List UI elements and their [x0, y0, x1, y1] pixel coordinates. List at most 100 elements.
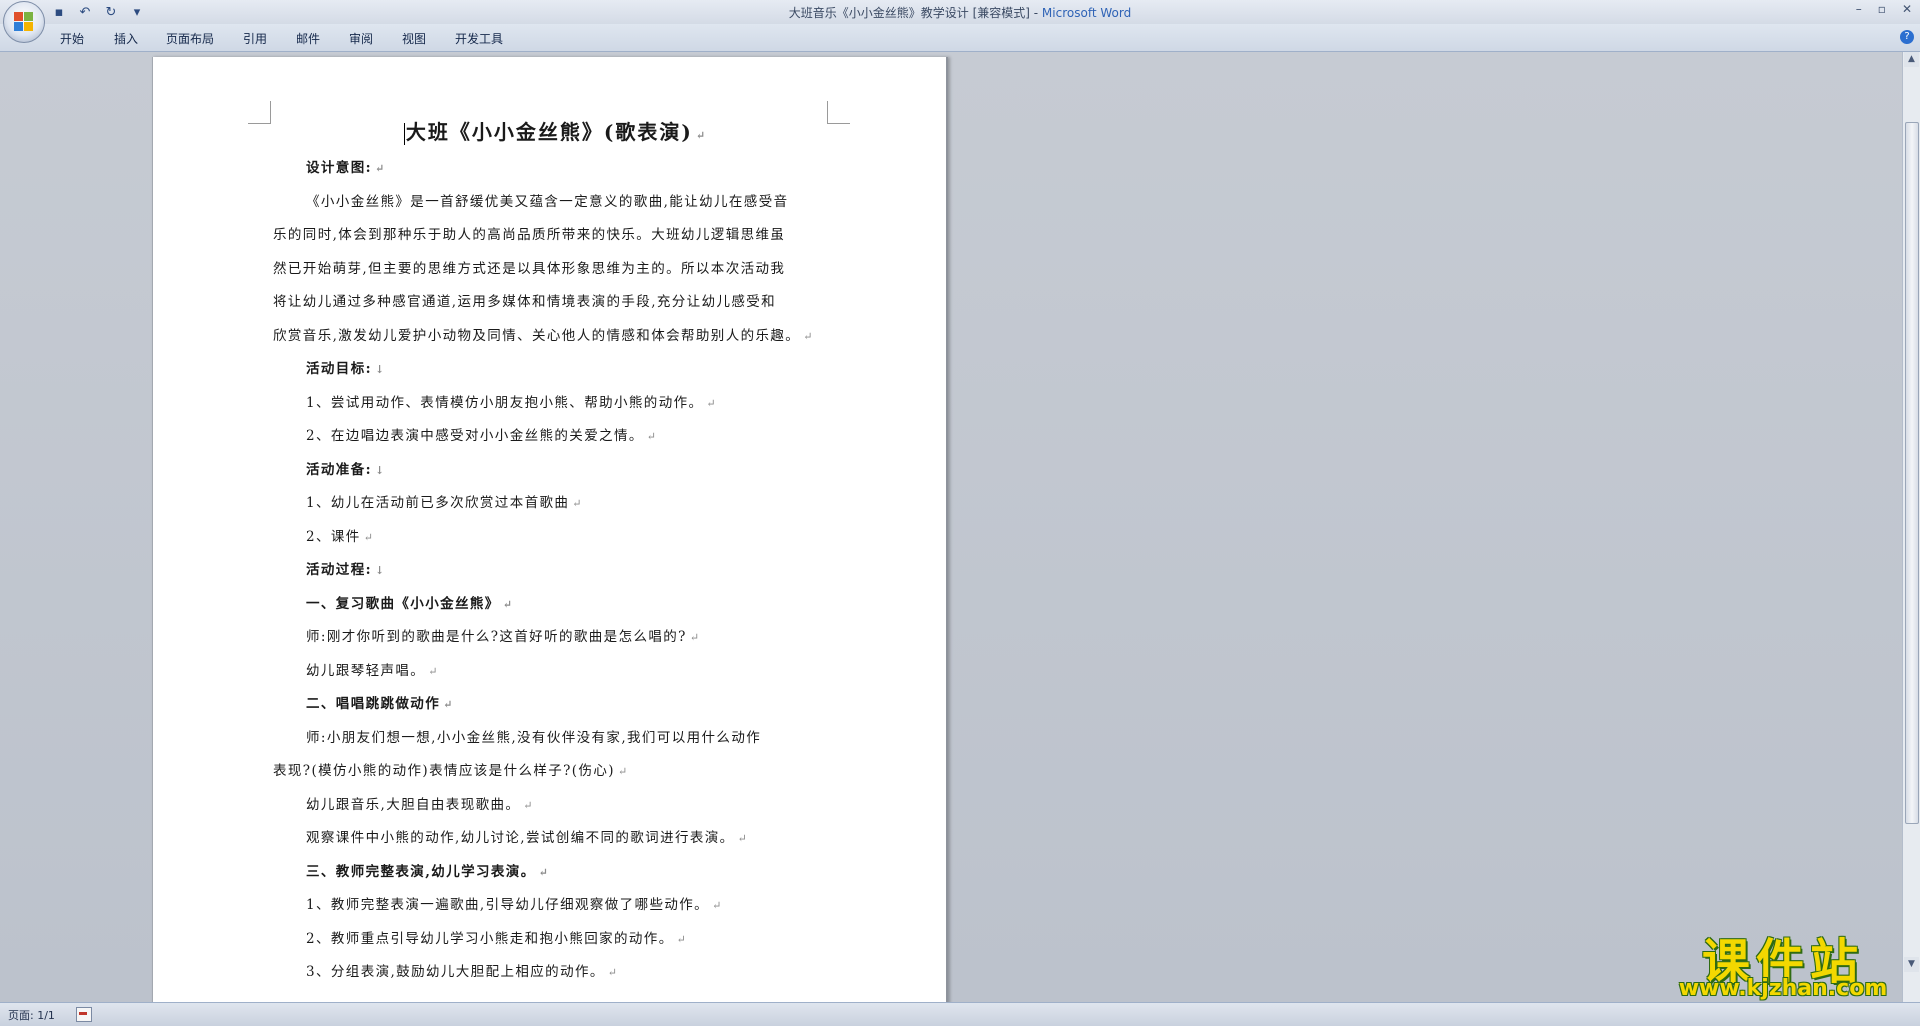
document-line-text: 观察课件中小熊的动作,幼儿讨论,尝试创编不同的歌词进行表演。 — [306, 830, 735, 846]
document-line-text: 活动准备: — [306, 461, 372, 478]
document-line-text: 2、教师重点引导幼儿学习小熊走和抱小熊回家的动作。 — [306, 930, 674, 947]
document-line-text: 师:刚才你听到的歌曲是什么?这首好听的歌曲是怎么唱的? — [306, 629, 687, 645]
document-paragraph: 师:刚才你听到的歌曲是什么?这首好听的歌曲是怎么唱的? ↵ — [273, 621, 838, 655]
document-line-text: 3、分组表演,鼓励幼儿大胆配上相应的动作。 — [306, 964, 605, 980]
document-paragraph: 1、尝试用动作、表情模仿小朋友抱小熊、帮助小熊的动作。 ↵ — [273, 387, 838, 421]
document-paragraph: 乐的同时,体会到那种乐于助人的高尚品质所带来的快乐。大班幼儿逻辑思维虽 — [273, 219, 838, 253]
document-line-text: 一、复习歌曲《小小金丝熊》 — [306, 595, 500, 612]
document-line-text: 1、幼儿在活动前已多次欣赏过本首歌曲 — [306, 495, 570, 511]
document-workspace: 大班《小小金丝熊》(歌表演) ↵ 设计意图: ↵ 《小小金丝熊》是一首舒缓优美又蕴含一… — [0, 52, 1903, 1007]
document-heading: 三、教师完整表演,幼儿学习表演。 ↵ — [273, 856, 838, 890]
document-line-text: 欣赏音乐,激发幼儿爱护小动物及同情、关心他人的情感和体会帮助别人的乐趣。 — [273, 327, 801, 344]
document-title: 大班《小小金丝熊》(歌表演) ↵ — [273, 112, 838, 152]
close-button[interactable]: ✕ — [1902, 2, 1912, 16]
document-paragraph: 《小小金丝熊》是一首舒缓优美又蕴含一定意义的歌曲,能让幼儿在感受音 — [273, 186, 838, 220]
document-paragraph: 2、在边唱边表演中感受对小小金丝熊的关爱之情。 ↵ — [273, 420, 838, 454]
vertical-scrollbar[interactable]: ▲ ▼ — [1902, 52, 1920, 1002]
window-controls: – ▫ ✕ — [1856, 2, 1912, 16]
paragraph-mark: ↵ — [712, 899, 723, 912]
document-paragraph: 幼儿跟音乐,大胆自由表现歌曲。 ↵ — [273, 789, 838, 823]
scroll-down-icon[interactable]: ▼ — [1904, 957, 1919, 972]
document-line-text: 《小小金丝熊》是一首舒缓优美又蕴含一定意义的歌曲,能让幼儿在感受音 — [306, 193, 789, 210]
window-title-app: Microsoft Word — [1041, 6, 1132, 20]
text-cursor — [403, 122, 405, 145]
office-logo-icon — [14, 12, 34, 32]
watermark-url: www.kjzhan.com — [1678, 976, 1888, 1001]
title-bar: ▪ ↶ ↻ ▾ 大班音乐《小小金丝熊》教学设计 [兼容模式] - Microso… — [0, 0, 1920, 24]
paragraph-mark: ↵ — [689, 631, 701, 644]
tab-view[interactable]: 视图 — [402, 30, 426, 47]
document-heading: 活动目标: ↓ — [273, 353, 838, 387]
minimize-button[interactable]: – — [1856, 2, 1862, 16]
document-body[interactable]: 大班《小小金丝熊》(歌表演) ↵ 设计意图: ↵ 《小小金丝熊》是一首舒缓优美又蕴含一… — [273, 109, 838, 990]
document-heading: 活动准备: ↓ — [273, 454, 838, 488]
paragraph-mark: ↵ — [523, 798, 534, 812]
paragraph-mark: ↵ — [617, 765, 629, 778]
document-line-text: 活动过程: — [306, 562, 372, 578]
tab-mailings[interactable]: 邮件 — [296, 30, 320, 47]
document-paragraph: 幼儿跟琴轻声唱。 ↵ — [273, 655, 838, 689]
document-line-text: 二、唱唱跳跳做动作 — [306, 696, 441, 712]
window-title: 大班音乐《小小金丝熊》教学设计 [兼容模式] - Microsoft Word — [0, 4, 1920, 21]
page-count[interactable]: 页面: 1/1 — [8, 1007, 55, 1023]
paragraph-mark: ↵ — [443, 698, 454, 711]
paragraph-mark: ↓ — [374, 363, 386, 376]
document-lines: 设计意图: ↵ 《小小金丝熊》是一首舒缓优美又蕴含一定意义的歌曲,能让幼儿在感受音乐… — [273, 152, 838, 990]
document-line-text: 乐的同时,体会到那种乐于助人的高尚品质所带来的快乐。大班幼儿逻辑思维虽 — [273, 227, 786, 243]
document-paragraph: 师:小朋友们想一想,小小金丝熊,没有伙伴没有家,我们可以用什么动作 — [273, 722, 838, 756]
paragraph-mark: ↵ — [428, 664, 439, 678]
document-paragraph: 欣赏音乐,激发幼儿爱护小动物及同情、关心他人的情感和体会帮助别人的乐趣。 ↵ — [273, 320, 838, 354]
paragraph-mark: ↵ — [737, 832, 749, 845]
office-button[interactable] — [3, 1, 45, 43]
document-title-text: 大班《小小金丝熊》(歌表演) — [405, 120, 693, 144]
document-paragraph: 表现?(模仿小熊的动作)表情应该是什么样子?(伤心) ↵ — [273, 755, 838, 789]
document-line-text: 1、尝试用动作、表情模仿小朋友抱小熊、帮助小熊的动作。 — [306, 394, 704, 411]
paragraph-mark: ↓ — [374, 463, 386, 477]
document-line-text: 将让幼儿通过多种感官通道,运用多媒体和情境表演的手段,充分让幼儿感受和 — [273, 294, 777, 310]
document-page[interactable]: 大班《小小金丝熊》(歌表演) ↵ 设计意图: ↵ 《小小金丝熊》是一首舒缓优美又蕴含一… — [152, 57, 948, 1007]
document-paragraph: 将让幼儿通过多种感官通道,运用多媒体和情境表演的手段,充分让幼儿感受和 — [273, 286, 838, 320]
document-line-text: 2、在边唱边表演中感受对小小金丝熊的关爱之情。 — [306, 428, 644, 444]
margin-corner-mark — [248, 101, 271, 124]
document-line-text: 三、教师完整表演,幼儿学习表演。 — [306, 863, 536, 880]
document-heading: 设计意图: ↵ — [273, 152, 838, 186]
paragraph-mark: ↵ — [374, 162, 386, 175]
maximize-button[interactable]: ▫ — [1878, 2, 1886, 16]
document-line-text: 师:小朋友们想一想,小小金丝熊,没有伙伴没有家,我们可以用什么动作 — [306, 729, 762, 746]
document-line-text: 2、课件 — [306, 528, 361, 545]
tab-page-layout[interactable]: 页面布局 — [166, 30, 214, 47]
paragraph-mark: ↵ — [646, 430, 658, 443]
paragraph-mark: ↵ — [607, 966, 619, 979]
document-paragraph: 1、幼儿在活动前已多次欣赏过本首歌曲 ↵ — [273, 487, 838, 521]
paragraph-mark: ↵ — [706, 396, 718, 410]
tab-insert[interactable]: 插入 — [114, 30, 138, 47]
paragraph-mark: ↵ — [803, 329, 814, 343]
document-paragraph: 3、分组表演,鼓励幼儿大胆配上相应的动作。 ↵ — [273, 956, 838, 990]
document-line-text: 活动目标: — [306, 361, 372, 377]
scrollbar-thumb[interactable] — [1905, 122, 1919, 824]
proofing-icon[interactable] — [76, 1007, 92, 1022]
document-line-text: 幼儿跟音乐,大胆自由表现歌曲。 — [306, 796, 521, 813]
document-paragraph: 然已开始萌芽,但主要的思维方式还是以具体形象思维为主的。所以本次活动我 — [273, 253, 838, 287]
paragraph-mark: ↵ — [676, 932, 688, 946]
paragraph-mark: ↵ — [572, 497, 583, 510]
scroll-up-icon[interactable]: ▲ — [1904, 52, 1919, 67]
help-icon[interactable]: ? — [1900, 30, 1914, 44]
paragraph-mark: ↓ — [374, 564, 386, 577]
paragraph-mark: ↵ — [695, 129, 708, 142]
tab-developer[interactable]: 开发工具 — [455, 30, 503, 47]
watermark-logo: 课件站 www.kjzhan.com — [1668, 922, 1903, 1002]
tab-review[interactable]: 审阅 — [349, 30, 373, 47]
tab-home[interactable]: 开始 — [60, 30, 84, 47]
document-paragraph: 1、教师完整表演一遍歌曲,引导幼儿仔细观察做了哪些动作。 ↵ — [273, 889, 838, 923]
paragraph-mark: ↵ — [502, 597, 514, 611]
document-line-text: 然已开始萌芽,但主要的思维方式还是以具体形象思维为主的。所以本次活动我 — [273, 260, 786, 277]
document-heading: 一、复习歌曲《小小金丝熊》 ↵ — [273, 588, 838, 622]
document-line-text: 1、教师完整表演一遍歌曲,引导幼儿仔细观察做了哪些动作。 — [306, 897, 710, 913]
document-paragraph: 观察课件中小熊的动作,幼儿讨论,尝试创编不同的歌词进行表演。 ↵ — [273, 822, 838, 856]
document-line-text: 表现?(模仿小熊的动作)表情应该是什么样子?(伤心) — [273, 763, 615, 779]
tab-references[interactable]: 引用 — [243, 30, 267, 47]
document-paragraph: 2、课件 ↵ — [273, 521, 838, 555]
paragraph-mark: ↵ — [363, 530, 375, 544]
ribbon-tabs: 开始 插入 页面布局 引用 邮件 审阅 视图 开发工具 ? — [0, 24, 1920, 52]
